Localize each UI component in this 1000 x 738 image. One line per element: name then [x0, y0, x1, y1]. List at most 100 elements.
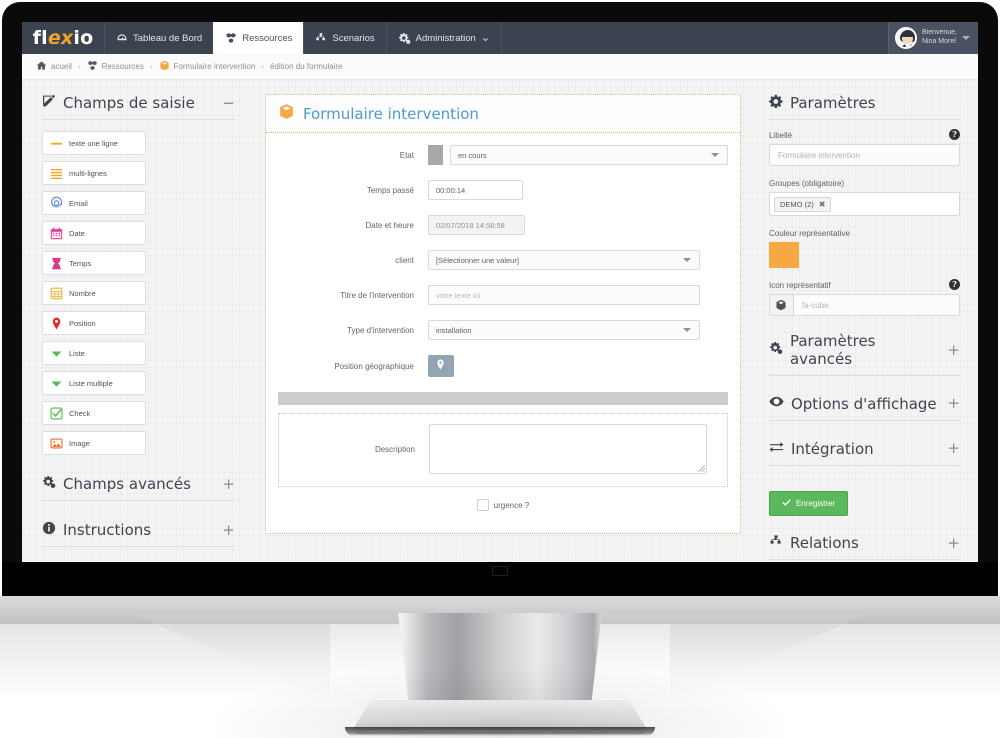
- field-chip-position[interactable]: Position: [42, 311, 146, 335]
- section-title: Instructions: [63, 521, 152, 539]
- section-champs-de-saisie[interactable]: Champs de saisie −: [42, 94, 235, 120]
- nav-tab-ressources[interactable]: Ressources: [213, 22, 304, 54]
- form-row-titre: Titre de l'intervention votre texte ici: [278, 285, 728, 305]
- section-toggle[interactable]: −: [222, 95, 235, 111]
- help-icon[interactable]: ?: [949, 129, 960, 140]
- save-button[interactable]: Enregistrer: [768, 491, 849, 516]
- field-chip-texte-une-ligne[interactable]: texte une ligne: [42, 131, 146, 155]
- libelle-input[interactable]: Formulaire intervention: [768, 144, 960, 166]
- nav-tab-tableau-de-bord[interactable]: Tableau de Bord: [104, 22, 213, 54]
- nav-tab-label: Administration: [415, 32, 476, 44]
- section-toggle[interactable]: +: [222, 476, 235, 492]
- form-canvas: Formulaire intervention Etat en cours Te…: [251, 80, 755, 562]
- cubes-icon: [87, 60, 98, 73]
- user-menu[interactable]: Bienvenue, Nina Morel: [887, 22, 978, 54]
- field-chip-label: Nombre: [69, 288, 96, 298]
- form-row-etat: Etat en cours: [278, 145, 728, 165]
- right-panel: Paramètres ? Libellé Formulaire interven…: [755, 80, 978, 562]
- field-chip-temps[interactable]: Temps: [42, 251, 146, 275]
- section-toggle[interactable]: +: [947, 396, 960, 411]
- field-chip-label: Temps: [69, 258, 92, 268]
- date-heure-input[interactable]: 02/07/2018 14:58:58: [427, 215, 525, 235]
- breadcrumb-label: Formulaire intervention: [173, 62, 256, 71]
- chevron-down-icon: [682, 328, 691, 332]
- field-label: client: [395, 255, 414, 265]
- calculator-icon: [50, 287, 63, 300]
- section-toggle[interactable]: +: [222, 522, 235, 538]
- field-chip-liste-multiple[interactable]: Liste multiple: [42, 371, 146, 395]
- hourglass-icon: [50, 257, 63, 270]
- icon-value: fa-cube: [793, 295, 959, 315]
- monitor-brand-logo: [492, 566, 508, 576]
- position-geo-button[interactable]: [427, 355, 454, 377]
- field-chip-label: Liste: [69, 348, 85, 358]
- group-tag-label: DEMO (2): [779, 199, 814, 209]
- etat-select[interactable]: en cours: [449, 145, 728, 165]
- section-relations[interactable]: Relations +: [768, 534, 960, 560]
- form-card: Formulaire intervention Etat en cours Te…: [264, 94, 741, 534]
- type-intervention-select[interactable]: installation: [427, 320, 700, 340]
- app-logo[interactable]: fl ex io: [22, 22, 104, 54]
- field-label: Icon représentatif: [768, 281, 831, 290]
- chevron-down-icon: [682, 258, 691, 262]
- field-chip-liste[interactable]: Liste: [42, 341, 146, 365]
- cube-icon: [278, 103, 295, 124]
- close-icon[interactable]: ✖: [819, 200, 826, 209]
- breadcrumb-label: Ressources: [101, 62, 144, 71]
- info-circle-icon: [42, 521, 56, 539]
- titre-input[interactable]: votre texte ici: [427, 285, 700, 305]
- section-title: Relations: [789, 534, 859, 552]
- field-groupes: Groupes (obligatoire) DEMO (2) ✖: [768, 179, 960, 216]
- breadcrumb-separator: ›: [261, 62, 264, 71]
- check-icon: [782, 498, 791, 509]
- multi-line-icon: [50, 167, 63, 180]
- section-parametres-avances[interactable]: Paramètres avancés +: [768, 332, 960, 376]
- dashboard-icon: [116, 32, 128, 44]
- groupes-tag-input[interactable]: DEMO (2) ✖: [768, 192, 960, 216]
- urgence-label: urgence ?: [493, 500, 530, 510]
- field-label: Couleur représentative: [768, 229, 850, 238]
- section-options-affichage[interactable]: Options d'affichage +: [768, 394, 960, 421]
- urgence-checkbox[interactable]: [476, 499, 489, 511]
- navbar-spacer: [501, 22, 888, 54]
- breadcrumb-item-ressources[interactable]: Ressources: [87, 60, 144, 73]
- field-chip-email[interactable]: Email: [42, 191, 146, 215]
- temps-passe-input[interactable]: 00:00:14: [427, 180, 523, 200]
- client-select[interactable]: [Sélectionner une valeur]: [427, 250, 700, 270]
- left-panel: Champs de saisie − texte une ligne multi…: [22, 80, 251, 562]
- help-icon[interactable]: ?: [949, 279, 960, 290]
- titre-placeholder: votre texte ici: [435, 290, 481, 300]
- form-body: Etat en cours Temps passé 00:00:14 Date …: [266, 133, 740, 511]
- group-tag[interactable]: DEMO (2) ✖: [773, 196, 832, 212]
- save-button-label: Enregistrer: [795, 499, 836, 508]
- section-champs-avances[interactable]: Champs avancés +: [42, 475, 235, 501]
- logo-text-1: fl: [32, 27, 48, 49]
- field-chip-check[interactable]: Check: [42, 401, 146, 425]
- nav-tab-administration[interactable]: Administration ⌄: [385, 22, 501, 54]
- field-chip-image[interactable]: Image: [42, 431, 146, 455]
- section-toggle[interactable]: +: [947, 342, 960, 358]
- field-chip-label: Email: [69, 198, 88, 208]
- breadcrumb-item-formulaire[interactable]: Formulaire intervention: [159, 60, 256, 73]
- breadcrumb-separator: ›: [149, 62, 153, 71]
- nav-tab-label: Tableau de Bord: [133, 32, 203, 44]
- field-chip-nombre[interactable]: Nombre: [42, 281, 146, 305]
- field-chip-label: Position: [69, 318, 96, 328]
- form-row-position-geo: Position géographique: [278, 355, 728, 377]
- section-title: Paramètres avancés: [789, 332, 876, 368]
- section-integration[interactable]: Intégration +: [768, 439, 960, 466]
- screen: fl ex io Tableau de Bord Ressources Scenar…: [22, 22, 978, 562]
- field-chip-date[interactable]: Date: [42, 221, 146, 245]
- breadcrumb-item-acueil[interactable]: acueil: [36, 60, 72, 73]
- resize-grip-icon[interactable]: [697, 465, 705, 472]
- description-textarea[interactable]: [428, 424, 707, 474]
- icon-input[interactable]: fa-cube: [768, 294, 960, 316]
- nav-tab-scenarios[interactable]: Scenarios: [303, 22, 385, 54]
- section-toggle[interactable]: +: [947, 535, 960, 551]
- form-row-date-heure: Date et heure 02/07/2018 14:58:58: [278, 215, 728, 235]
- field-chip-multi-lignes[interactable]: multi-lignes: [42, 161, 146, 185]
- couleur-swatch[interactable]: [768, 242, 799, 268]
- section-instructions[interactable]: Instructions +: [42, 521, 235, 547]
- user-name: Nina Morel: [921, 38, 956, 45]
- section-toggle[interactable]: +: [947, 441, 960, 456]
